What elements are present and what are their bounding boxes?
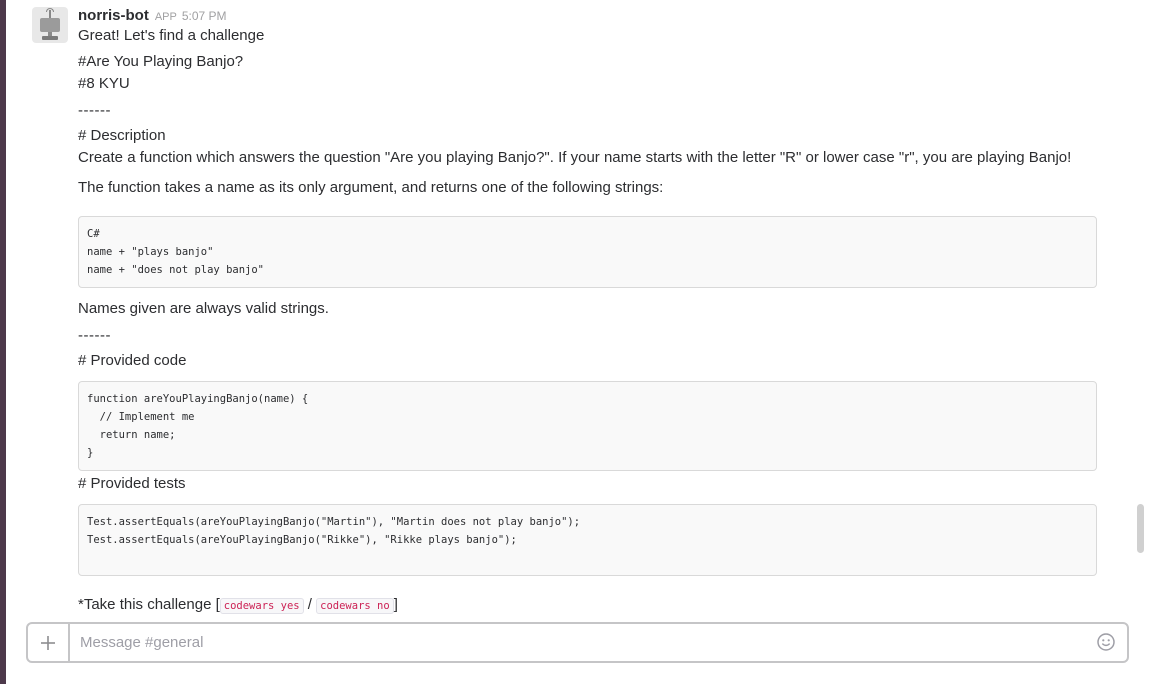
challenge-kyu: #8 KYU: [78, 75, 130, 92]
bot-avatar[interactable]: [32, 7, 68, 43]
code-line: // Implement me: [87, 411, 195, 423]
code-block-strings: C# name + "plays banjo" name + "does not…: [78, 216, 1097, 288]
code-line: Test.assertEquals(areYouPlayingBanjo("Ri…: [87, 534, 517, 546]
code-line: Test.assertEquals(areYouPlayingBanjo("Ma…: [87, 516, 581, 528]
take-challenge-line: *Take this challenge [codewars yes / cod…: [78, 596, 398, 615]
description-text-2: The function takes a name as its only ar…: [78, 179, 664, 196]
message-input[interactable]: [72, 624, 1082, 661]
separator-2: ------: [78, 327, 111, 344]
code-block-tests: Test.assertEquals(areYouPlayingBanjo("Ma…: [78, 504, 1097, 576]
message-timestamp[interactable]: 5:07 PM: [182, 9, 227, 23]
code-block-provided: function areYouPlayingBanjo(name) { // I…: [78, 381, 1097, 471]
description-heading: # Description: [78, 127, 166, 144]
command-no: codewars no: [316, 598, 394, 614]
message-header: norris-bot APP 5:07 PM: [78, 7, 227, 25]
plus-icon[interactable]: [28, 624, 70, 661]
message-composer: [26, 622, 1129, 663]
provided-code-heading: # Provided code: [78, 352, 187, 369]
code-line: }: [87, 447, 94, 459]
take-challenge-slash: /: [303, 596, 317, 613]
sender-name[interactable]: norris-bot: [78, 7, 149, 24]
command-yes: codewars yes: [219, 598, 304, 614]
app-badge: APP: [154, 11, 177, 23]
code-line: C#: [87, 228, 100, 240]
take-challenge-prefix: *Take this challenge [: [78, 596, 220, 613]
code-line: name + "does not play banjo": [87, 264, 265, 276]
challenge-title: #Are You Playing Banjo?: [78, 53, 244, 70]
separator-1: ------: [78, 102, 111, 119]
code-line: function areYouPlayingBanjo(name) {: [87, 393, 309, 405]
code-line: name + "plays banjo": [87, 246, 214, 258]
greeting-text: Great! Let's find a challenge: [78, 27, 265, 44]
scrollbar-thumb[interactable]: [1137, 504, 1144, 553]
code-line: return name;: [87, 429, 176, 441]
provided-tests-heading: # Provided tests: [78, 475, 186, 492]
message-list[interactable]: norris-bot APP 5:07 PM Great! Let's find…: [6, 0, 1136, 620]
emoji-icon[interactable]: [1097, 633, 1115, 651]
take-challenge-suffix: ]: [393, 596, 398, 613]
description-text-1: Create a function which answers the ques…: [78, 149, 1072, 166]
names-valid-text: Names given are always valid strings.: [78, 300, 329, 317]
